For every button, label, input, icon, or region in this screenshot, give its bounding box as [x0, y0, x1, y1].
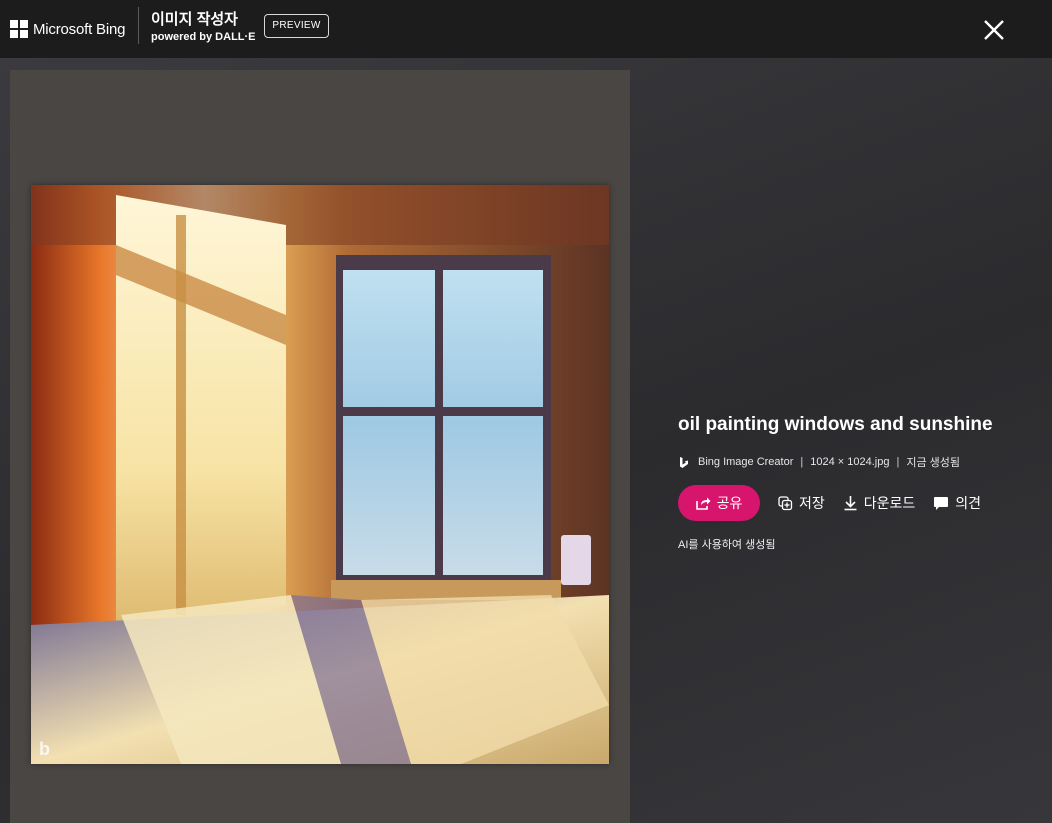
app-title: 이미지 작성자 — [151, 11, 238, 28]
image-actions: 공유 저장 다운로드 의견 — [678, 485, 981, 521]
brand-name: Microsoft Bing — [33, 20, 126, 38]
feedback-button[interactable]: 의견 — [933, 493, 981, 513]
powered-by-label: powered by DALL·E — [151, 31, 256, 43]
top-bar: Microsoft Bing 이미지 작성자 powered by DALL·E… — [0, 0, 1052, 58]
bing-logo[interactable]: Microsoft Bing — [10, 20, 125, 38]
share-icon — [695, 497, 711, 510]
meta-separator: | — [800, 456, 804, 468]
save-collection-icon — [778, 495, 793, 510]
feedback-label: 의견 — [955, 495, 982, 511]
download-button[interactable]: 다운로드 — [843, 493, 916, 513]
ai-generated-note: AI를 사용하여 생성됨 — [678, 539, 776, 551]
microsoft-windows-logo — [10, 20, 28, 38]
close-button[interactable] — [980, 16, 1008, 44]
save-button[interactable]: 저장 — [778, 493, 825, 513]
preview-badge: PREVIEW — [264, 14, 329, 38]
download-label: 다운로드 — [863, 495, 916, 511]
generated-time: 지금 생성됨 — [906, 457, 960, 469]
comment-icon — [934, 496, 949, 510]
generated-image[interactable]: b — [31, 185, 609, 764]
share-label: 공유 — [716, 495, 743, 511]
share-button[interactable]: 공유 — [678, 485, 760, 521]
header-divider — [138, 7, 139, 44]
file-info: 1024 × 1024.jpg — [810, 456, 890, 468]
meta-separator: | — [896, 456, 900, 468]
svg-text:b: b — [39, 739, 50, 759]
image-title: oil painting windows and sunshine — [678, 414, 993, 435]
save-label: 저장 — [799, 495, 825, 511]
close-icon — [984, 20, 1004, 40]
source-label: Bing Image Creator — [698, 456, 794, 468]
bing-b-icon — [680, 456, 688, 468]
image-meta: Bing Image Creator | 1024 × 1024.jpg | 지… — [678, 454, 960, 470]
download-icon — [844, 496, 857, 511]
image-info-panel: oil painting windows and sunshine Bing I… — [678, 414, 993, 551]
